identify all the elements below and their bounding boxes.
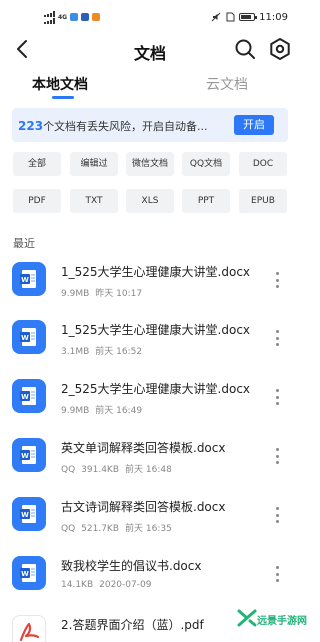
filter-chip-epub[interactable]: EPUB [239, 189, 287, 213]
network-badge: 4G [58, 13, 68, 21]
file-row[interactable]: W 英文单词解释类回答模板.docx QQ 391.4KB 前天 16:48 [0, 426, 300, 484]
file-size: 3.1MB [61, 347, 90, 357]
file-meta: 14.1KB 2020-07-09 [61, 580, 151, 590]
word-doc-icon: W [12, 438, 46, 472]
file-meta: 9.9MB 昨天 10:17 [61, 286, 142, 299]
document-tabs: 本地文档 云文档 [0, 72, 300, 99]
mute-icon [211, 12, 221, 22]
file-meta: QQ 391.4KB 前天 16:48 [61, 462, 172, 475]
file-time: 前天 16:52 [95, 347, 143, 357]
more-vertical-icon[interactable] [276, 566, 280, 582]
word-doc-icon: W [12, 379, 46, 413]
file-name: 1_525大学生心理健康大讲堂.docx [61, 265, 251, 279]
filter-chip-all[interactable]: 全部 [13, 152, 61, 176]
word-doc-icon: W [12, 497, 46, 531]
banner-message: 223个文档有丢失风险，开启自动备... [18, 118, 208, 134]
status-icons-right: 11:09 [211, 12, 288, 23]
more-vertical-icon[interactable] [276, 330, 280, 346]
battery-icon [239, 13, 258, 21]
signal-icon [44, 10, 55, 24]
at-risk-count: 223 [18, 119, 44, 133]
file-size: 14.1KB [61, 580, 94, 590]
file-name: 2.答题界面介绍（蓝）.pdf [61, 618, 204, 632]
word-doc-icon: W [12, 556, 46, 590]
svg-text:W: W [21, 393, 29, 401]
filter-chip-pdf[interactable]: PDF [13, 189, 61, 213]
file-time: 前天 16:48 [125, 465, 172, 475]
file-name: 2_525大学生心理健康大讲堂.docx [61, 382, 251, 396]
file-size: 9.9MB [61, 406, 90, 416]
more-vertical-icon[interactable] [276, 448, 280, 464]
file-meta: 3.1MB 前天 16:52 [61, 344, 142, 357]
file-row[interactable]: W 1_525大学生心理健康大讲堂.docx 9.9MB 昨天 10:17 [0, 250, 300, 308]
filter-chip-doc[interactable]: DOC [239, 152, 287, 176]
file-time: 前天 16:49 [95, 406, 143, 416]
active-tab-indicator [52, 96, 74, 99]
more-vertical-icon[interactable] [276, 272, 280, 288]
file-row[interactable]: W 2_525大学生心理健康大讲堂.docx 9.9MB 前天 16:49 [0, 367, 300, 425]
file-size: 391.4KB [81, 465, 120, 475]
filter-chip-xls[interactable]: XLS [126, 189, 174, 213]
settings-hexagon-icon[interactable] [268, 37, 292, 61]
svg-text:W: W [21, 334, 29, 342]
word-doc-icon: W [12, 262, 46, 296]
file-meta: 9.9MB 前天 16:49 [61, 403, 142, 416]
file-name: 英文单词解释类回答模板.docx [61, 441, 226, 455]
app-notification-icon [92, 13, 101, 21]
file-row[interactable]: W 古文诗词解释类回答模板.docx QQ 521.7KB 前天 16:35 [0, 485, 300, 543]
svg-text:W: W [21, 570, 29, 578]
watermark-logo-icon [237, 609, 257, 627]
app-notification-icon [81, 13, 90, 21]
file-name: 致我校学生的倡议书.docx [61, 559, 202, 573]
file-row[interactable]: W 致我校学生的倡议书.docx 14.1KB 2020-07-09 [0, 544, 300, 602]
filter-chip-edited[interactable]: 编辑过 [70, 152, 118, 176]
backup-banner: 223个文档有丢失风险，开启自动备... 开启 [12, 108, 288, 142]
file-size: 9.9MB [61, 289, 90, 299]
file-time: 2020-07-09 [99, 580, 152, 590]
more-vertical-icon[interactable] [276, 507, 280, 523]
enable-backup-button[interactable]: 开启 [234, 115, 274, 135]
search-icon[interactable] [234, 38, 256, 60]
app-notification-icon [70, 13, 79, 21]
watermark-text: 远景手游网 [257, 616, 307, 627]
more-vertical-icon[interactable] [276, 389, 280, 405]
status-bar: 4G 11:09 [0, 0, 300, 34]
tab-cloud-documents[interactable]: 云文档 [206, 74, 248, 94]
filter-chip-qq[interactable]: QQ文档 [182, 152, 230, 176]
file-name: 1_525大学生心理健康大讲堂.docx [61, 323, 251, 337]
tab-local-documents[interactable]: 本地文档 [32, 74, 88, 94]
file-name: 古文诗词解释类回答模板.docx [61, 500, 226, 514]
svg-text:W: W [21, 511, 29, 519]
banner-text: 个文档有丢失风险，开启自动备... [43, 120, 208, 133]
file-meta: QQ 521.7KB 前天 16:35 [61, 521, 172, 534]
status-icons-left: 4G [44, 10, 101, 24]
recent-section-label: 最近 [13, 237, 35, 250]
file-source: QQ [61, 465, 76, 475]
word-doc-icon: W [12, 320, 46, 354]
svg-text:W: W [21, 276, 29, 284]
svg-text:W: W [21, 452, 29, 460]
file-source: QQ [61, 524, 76, 534]
sim-icon [226, 12, 235, 22]
filter-chip-wechat[interactable]: 微信文档 [126, 152, 174, 176]
filter-chip-ppt[interactable]: PPT [182, 189, 230, 213]
file-time: 前天 16:35 [125, 524, 172, 534]
status-time: 11:09 [259, 11, 288, 23]
filter-chip-txt[interactable]: TXT [70, 189, 118, 213]
site-watermark: 远景手游网 [236, 604, 307, 638]
title-bar: 文档 [0, 32, 300, 66]
file-row[interactable]: W 1_525大学生心理健康大讲堂.docx 3.1MB 前天 16:52 [0, 308, 300, 366]
pdf-icon [12, 615, 46, 642]
file-size: 521.7KB [81, 524, 120, 534]
file-time: 昨天 10:17 [95, 289, 143, 299]
